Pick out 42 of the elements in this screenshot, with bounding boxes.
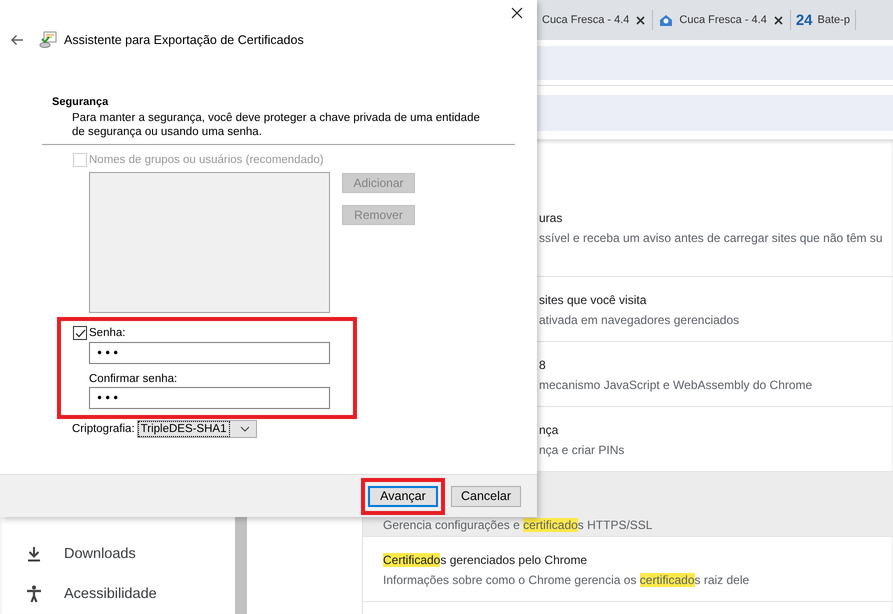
setting-title: uras — [539, 210, 562, 227]
close-icon[interactable] — [772, 14, 785, 26]
setting-title: nça — [539, 422, 558, 439]
tab-title: Bate-p — [818, 14, 850, 26]
close-icon[interactable] — [634, 14, 648, 26]
confirm-password-field[interactable]: ••• — [89, 387, 330, 409]
password-field[interactable]: ••• — [89, 342, 330, 364]
dialog-title: Assistente para Exportação de Certificados — [64, 33, 304, 47]
section-title: Segurança — [51, 96, 110, 108]
close-icon[interactable] — [509, 5, 525, 21]
setting-description: Informações sobre como o Chrome gerencia os certificados raiz dele — [383, 572, 750, 589]
section-description: Para manter a segurança, você deve proteger a chave privada de uma entidade de segurança ou usando uma senha. — [71, 111, 481, 139]
confirm-password-label: Confirmar senha: — [89, 373, 178, 385]
browser-tab[interactable]: 24 Bate-p — [790, 10, 856, 30]
sidebar-item[interactable]: Acessibilidade — [0, 574, 235, 614]
setting-description: Gerencia configurações e certificados HTTPS/SSL — [383, 517, 652, 534]
browser-tab[interactable]: Cuca Fresca - 4.4 — [653, 10, 791, 30]
cancel-button[interactable]: Cancelar — [451, 486, 521, 506]
setting-title: 8 — [539, 357, 546, 374]
tab-title: Cuca Fresca - 4.4 — [679, 14, 767, 26]
setting-title: Certificados gerenciados pelo Chrome — [383, 552, 588, 569]
accessibility-icon — [26, 585, 42, 603]
site-logo: 24 — [796, 12, 813, 28]
setting-description: ssível e receba um aviso antes de carregar sites que não têm su — [539, 230, 883, 247]
encryption-dropdown[interactable]: TripleDES-SHA1 — [136, 420, 257, 438]
groups-option-label: Nomes de grupos ou usuários (recomendado) — [89, 154, 324, 166]
chevron-down-icon — [240, 426, 250, 432]
setting-description: nça e criar PINs — [539, 442, 624, 459]
setting-description: ativada em navegadores gerenciados — [539, 312, 740, 329]
certificate-icon — [39, 31, 57, 49]
back-arrow-icon[interactable] — [10, 34, 24, 46]
site-icon — [658, 13, 674, 27]
next-button[interactable]: Avançar — [368, 486, 438, 506]
setting-title: sites que você visita — [539, 292, 646, 309]
setting-description: mecanismo JavaScript e WebAssembly do Chrome — [539, 377, 812, 394]
checkbox[interactable] — [73, 326, 87, 340]
password-option-label: Senha: — [89, 327, 126, 339]
tab-title: Cuca Fresca - 4.4 — [542, 14, 630, 26]
settings-row[interactable]: Certificados gerenciados pelo Chrome Informações sobre como o Chrome gerencia os certificados raiz dele — [363, 537, 893, 602]
download-icon — [26, 546, 42, 562]
encryption-label: Criptografia: — [72, 423, 135, 435]
sidebar-item[interactable]: Downloads — [0, 534, 235, 574]
